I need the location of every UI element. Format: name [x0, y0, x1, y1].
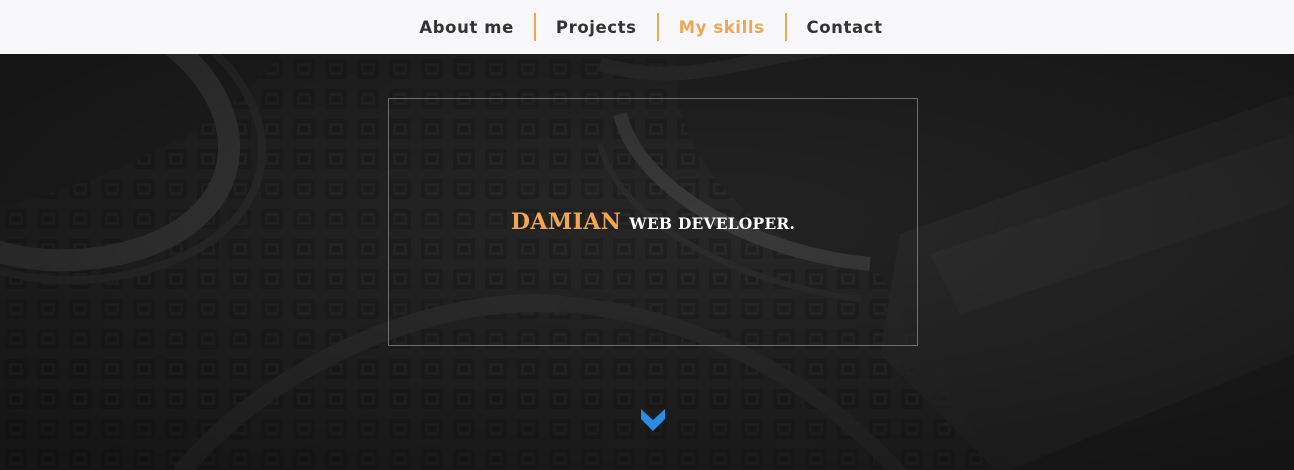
nav-link-my-skills[interactable]: My skills	[679, 18, 765, 37]
nav-link-projects[interactable]: Projects	[556, 18, 637, 37]
hero-name: DAMIAN	[510, 209, 622, 235]
nav-separator	[533, 13, 536, 41]
hero-role: WEB DEVELOPER.	[629, 214, 796, 233]
chevron-down-icon[interactable]	[640, 408, 666, 432]
nav-link-contact[interactable]: Contact	[807, 18, 883, 37]
hero-frame: DAMIAN WEB DEVELOPER.	[388, 98, 918, 346]
nav-separator	[656, 13, 659, 41]
hero-section: DAMIAN WEB DEVELOPER.	[0, 54, 1294, 470]
top-navigation: About me Projects My skills Contact	[0, 0, 1294, 54]
nav-separator	[784, 13, 787, 41]
nav-link-about-me[interactable]: About me	[419, 18, 513, 37]
hero-title: DAMIAN WEB DEVELOPER.	[511, 209, 795, 235]
